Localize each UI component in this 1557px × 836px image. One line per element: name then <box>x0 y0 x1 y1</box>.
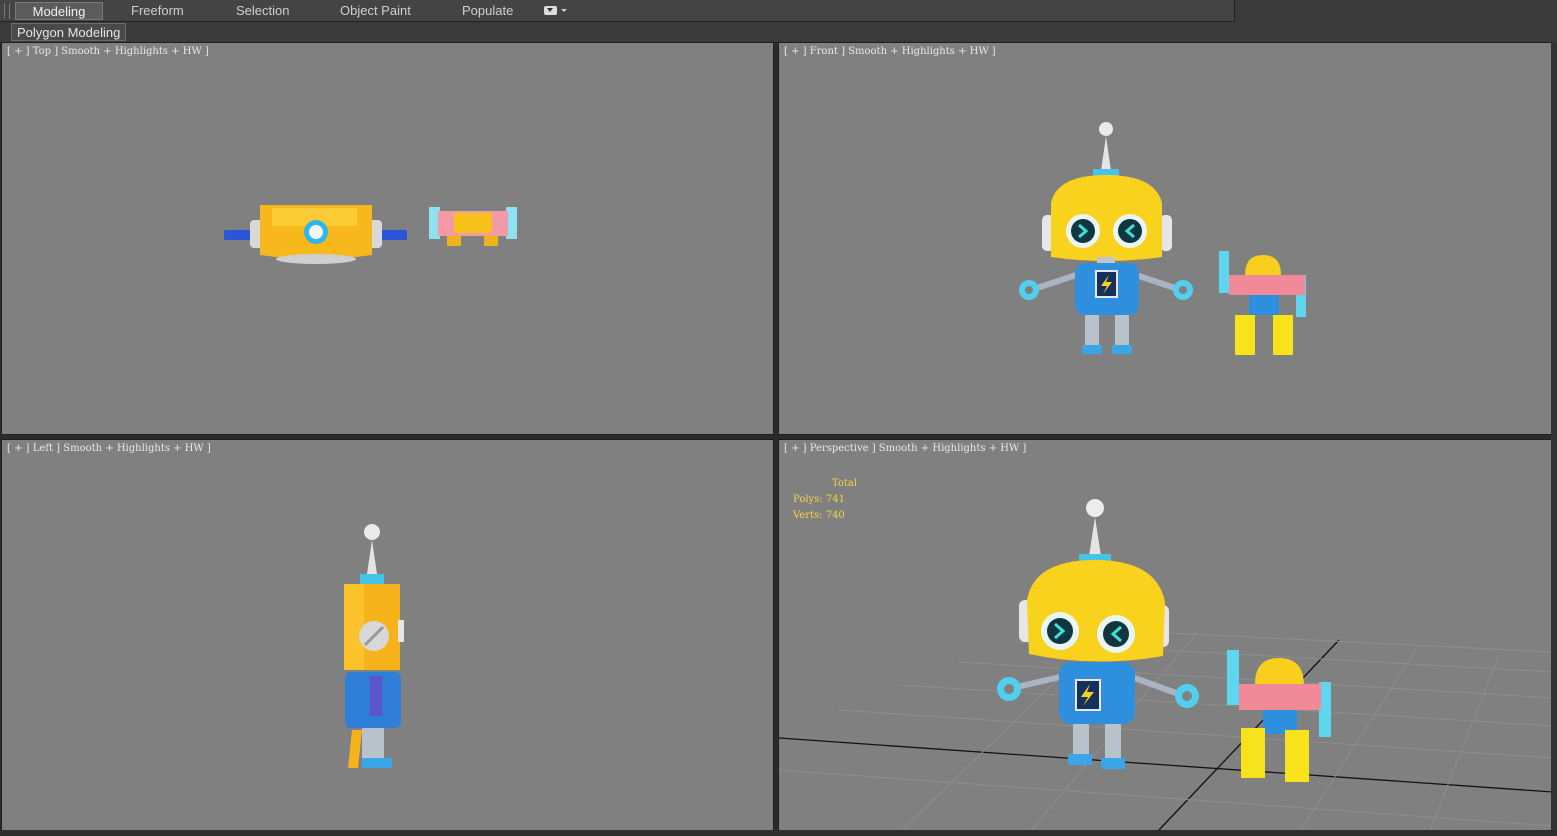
tab-populate[interactable]: Populate <box>462 2 513 20</box>
viewport-front[interactable]: [ + ] Front ] Smooth + Highlights + HW ] <box>778 42 1552 435</box>
small-robot-perspective-view <box>1227 650 1331 782</box>
dropdown-box-icon <box>544 6 557 15</box>
panel-options-dropdown-icon[interactable] <box>544 5 568 17</box>
viewport-left[interactable]: [ + ] Left ] Smooth + Highlights + HW ] <box>1 439 774 832</box>
robot-perspective-view <box>997 499 1199 769</box>
right-edge-bar <box>1551 42 1557 836</box>
small-robot-front-view <box>1219 251 1306 355</box>
ribbon-right-area <box>1234 0 1557 22</box>
top-view-models <box>224 205 517 264</box>
tab-modeling[interactable]: Modeling <box>15 2 103 20</box>
robot-top-view <box>224 205 407 264</box>
viewport-top[interactable]: [ + ] Top ] Smooth + Highlights + HW ] <box>1 42 774 435</box>
chevron-down-icon <box>561 9 567 12</box>
perspective-view-models <box>779 499 1551 831</box>
robot-front-view <box>1019 122 1193 354</box>
ribbon-grip-handle[interactable] <box>4 3 10 19</box>
polygon-modeling-panel[interactable]: Polygon Modeling <box>11 23 127 41</box>
tab-selection[interactable]: Selection <box>236 2 289 20</box>
small-robot-top-view <box>429 207 517 246</box>
ribbon-tab-bar: Modeling Freeform Selection Object Paint… <box>0 0 1557 22</box>
tab-freeform[interactable]: Freeform <box>131 2 184 20</box>
viewport-perspective[interactable]: [ + ] Perspective ] Smooth + Highlights … <box>778 439 1552 832</box>
tab-object-paint[interactable]: Object Paint <box>340 2 411 20</box>
left-view-models <box>344 524 404 768</box>
perspective-grid <box>779 627 1551 831</box>
front-view-models <box>1019 122 1306 355</box>
bottom-edge-bar <box>0 830 1557 836</box>
robot-left-view <box>344 524 404 768</box>
ribbon-panel-bar: Polygon Modeling <box>0 22 1557 42</box>
